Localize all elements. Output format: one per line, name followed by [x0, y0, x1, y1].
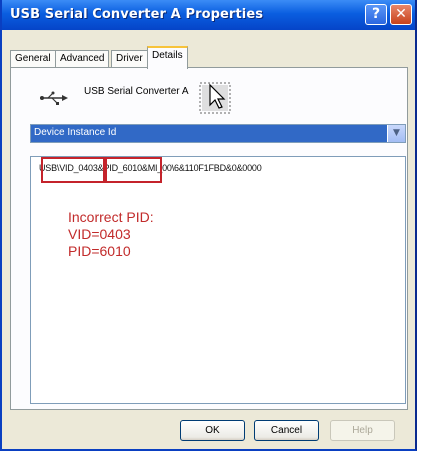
close-button[interactable]: ✕: [390, 4, 412, 25]
property-dropdown-value: Device Instance Id: [34, 127, 117, 138]
title-bar[interactable]: USB Serial Converter A Properties ? ✕: [2, 0, 415, 30]
property-dropdown[interactable]: Device Instance Id ▼: [30, 124, 406, 143]
tab-details[interactable]: Details: [147, 46, 188, 69]
cancel-button[interactable]: Cancel: [254, 420, 319, 441]
details-panel: USB Serial Converter A Device Instance I…: [10, 67, 408, 410]
mouse-cursor-icon: [199, 82, 231, 114]
window-title: USB Serial Converter A Properties: [10, 7, 264, 22]
tab-driver[interactable]: Driver: [111, 50, 148, 68]
chevron-down-icon[interactable]: ▼: [387, 125, 405, 142]
ok-button[interactable]: OK: [180, 420, 245, 441]
usb-icon: [40, 91, 68, 105]
tab-general[interactable]: General: [10, 50, 56, 68]
properties-dialog: USB Serial Converter A Properties ? ✕ Ge…: [0, 0, 417, 451]
device-name: USB Serial Converter A: [84, 86, 189, 97]
annotation-line: Incorrect PID:: [68, 209, 154, 225]
annotation-line: PID=6010: [68, 243, 131, 259]
help-button[interactable]: Help: [330, 420, 395, 441]
help-title-button[interactable]: ?: [365, 4, 387, 25]
vid-highlight-box: [41, 157, 105, 183]
pid-highlight-box: [105, 157, 162, 183]
value-part: MI_00\6&110F1FBD&0&0000: [147, 163, 262, 173]
annotation-line: VID=0403: [68, 226, 131, 242]
property-value-box[interactable]: USB\VID_0403&PID_6010&MI_00\6&110F1FBD&0…: [30, 156, 406, 404]
tab-advanced[interactable]: Advanced: [55, 50, 110, 68]
